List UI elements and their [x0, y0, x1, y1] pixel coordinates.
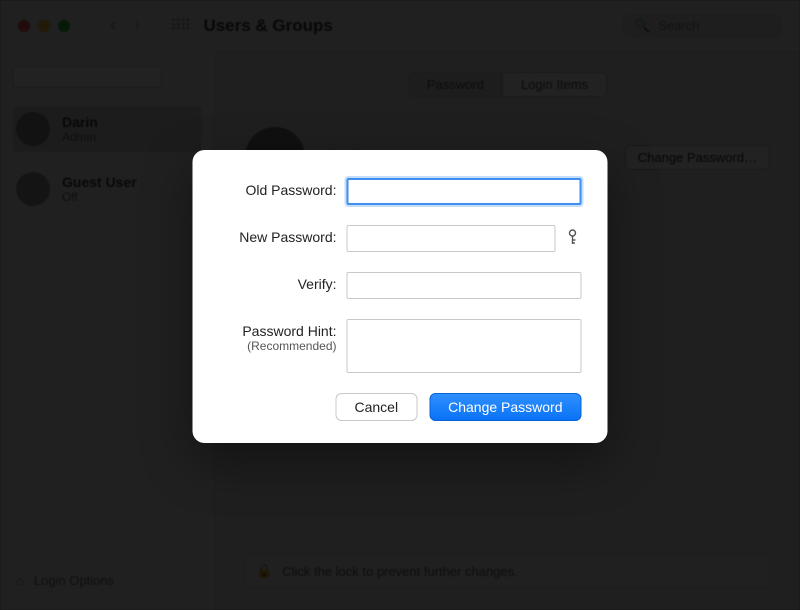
hint-label-main: Password Hint:	[242, 323, 336, 339]
password-hint-input[interactable]	[347, 319, 582, 373]
hint-label-sub: (Recommended)	[219, 339, 337, 353]
change-password-button[interactable]: Change Password	[429, 393, 581, 421]
old-password-label: Old Password:	[219, 178, 347, 198]
verify-label: Verify:	[219, 272, 347, 292]
change-password-dialog: Old Password: New Password: Verify:	[193, 150, 608, 443]
new-password-label: New Password:	[219, 225, 347, 245]
hint-label: Password Hint: (Recommended)	[219, 319, 347, 353]
old-password-input[interactable]	[347, 178, 582, 205]
cancel-button[interactable]: Cancel	[336, 393, 418, 421]
verify-password-input[interactable]	[347, 272, 582, 299]
new-password-input[interactable]	[347, 225, 556, 252]
key-icon[interactable]	[564, 229, 582, 249]
